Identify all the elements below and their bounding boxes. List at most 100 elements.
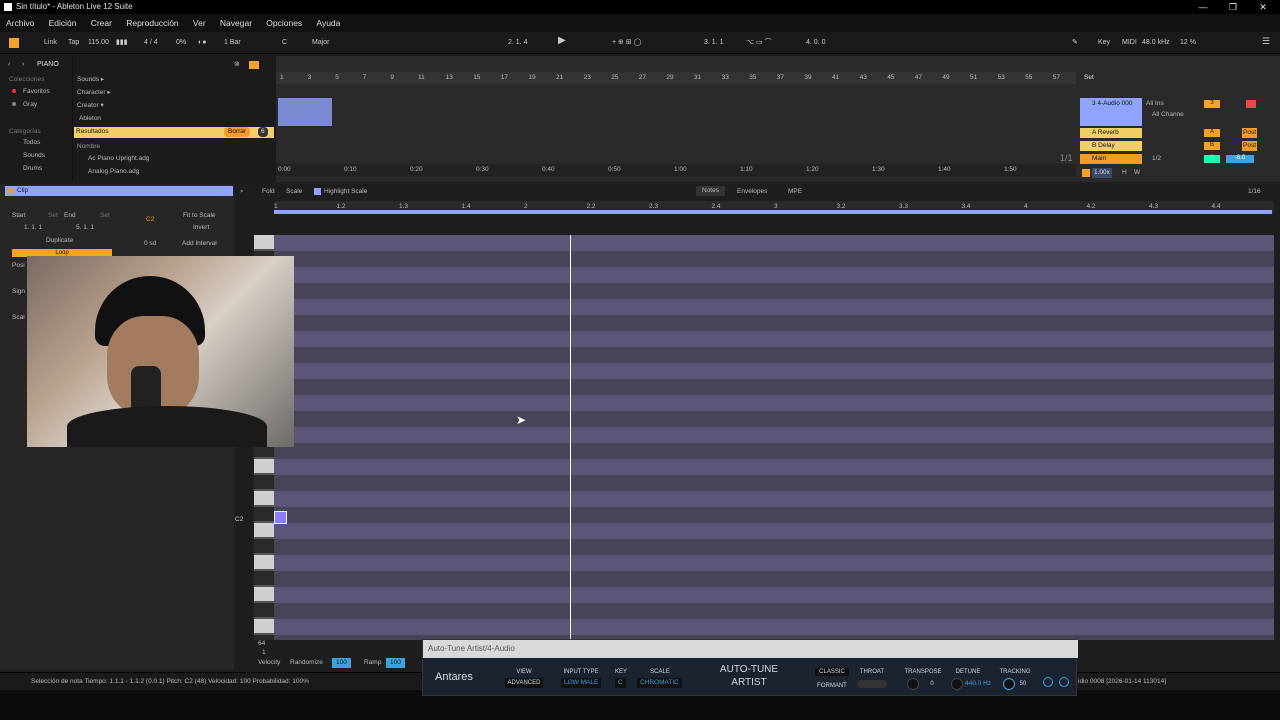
search-icon[interactable]: ⌕ <box>240 187 244 197</box>
tab-mpe[interactable]: MPE <box>788 187 802 197</box>
tempo-field[interactable]: 115.00 <box>88 38 109 48</box>
clear-results-button[interactable]: Borrar <box>224 127 251 137</box>
detune-knob[interactable] <box>951 678 963 690</box>
fit-to-scale-button[interactable]: Fit to Scale <box>183 211 216 221</box>
return-b-button[interactable]: B <box>1204 142 1220 150</box>
post-button[interactable]: Post <box>1242 128 1258 138</box>
collection-favoritos[interactable]: Favoritos <box>23 87 50 97</box>
filter-sounds[interactable]: Sounds ▸ <box>77 75 104 85</box>
minimize-button[interactable]: — <box>1188 0 1218 14</box>
ramp-label[interactable]: Ramp <box>364 658 381 668</box>
end-value[interactable]: 5. 1. 1 <box>76 223 94 233</box>
track-header-audio[interactable]: 3 4-Audio 000 <box>1080 98 1142 126</box>
menu-ver[interactable]: Ver <box>193 18 206 28</box>
settings-icon[interactable] <box>1043 677 1053 687</box>
randomize-label[interactable]: Randomize <box>290 658 323 668</box>
quantize-menu[interactable]: 1 Bar <box>224 38 241 48</box>
forward-icon[interactable]: › <box>22 60 24 70</box>
scale-select[interactable]: Major <box>312 38 330 48</box>
arrangement-position[interactable]: 2. 1. 4 <box>508 38 527 48</box>
view-value[interactable]: ADVANCED <box>505 678 543 688</box>
filter-creator[interactable]: Creator ▾ <box>77 101 104 111</box>
draw-mode-icon[interactable]: ✎ <box>1072 38 1078 48</box>
filter-ableton[interactable]: Ableton <box>79 114 101 124</box>
set-button[interactable]: Set <box>1084 73 1094 83</box>
ramp-value[interactable]: 100 <box>386 658 405 668</box>
loop-length-field[interactable]: 4. 0. 0 <box>806 38 825 48</box>
midi-map-label[interactable]: MIDI <box>1122 38 1137 48</box>
mode-w-button[interactable]: W <box>1134 168 1140 178</box>
fold-button[interactable]: Fold <box>262 187 275 197</box>
back-icon[interactable]: ‹ <box>8 60 10 70</box>
scale-value[interactable]: CHROMATIC <box>637 678 682 688</box>
collection-gray[interactable]: Gray <box>23 100 37 110</box>
arm-button[interactable] <box>1246 100 1256 108</box>
duplicate-button[interactable]: Duplicate <box>46 236 73 246</box>
key-select[interactable]: C <box>282 38 287 48</box>
key-map-label[interactable]: Key <box>1098 38 1110 48</box>
track-header-main[interactable]: Main <box>1080 154 1142 164</box>
metronome-bars-icon[interactable]: ▮▮▮ <box>116 38 128 48</box>
bar-ruler[interactable]: 1 3 5 7 9 11 13 15 17 19 21 23 25 27 29 31 33 35 37 39 41 43 4… <box>276 72 1076 84</box>
note-grid[interactable]: ➤ <box>274 235 1274 640</box>
browser-item[interactable]: Analog Piano.adg <box>88 167 139 177</box>
menu-reproduccion[interactable]: Reproducción <box>126 18 178 28</box>
browser-toggle-icon[interactable] <box>9 38 19 48</box>
tracking-knob[interactable] <box>1003 678 1015 690</box>
start-value[interactable]: 1. 1. 1 <box>24 223 42 233</box>
classic-button[interactable]: CLASSIC <box>815 668 849 676</box>
input-channel-select[interactable]: All Channe <box>1152 110 1184 120</box>
post-button[interactable]: Post <box>1242 141 1258 151</box>
category-drums[interactable]: Drums <box>23 164 42 174</box>
tap-button[interactable]: Tap <box>68 38 79 48</box>
track-number-button[interactable]: 3 <box>1204 100 1220 108</box>
transpose-knob[interactable] <box>907 678 919 690</box>
main-volume[interactable]: -6.0 <box>1226 155 1254 163</box>
loop-start-field[interactable]: 3. 1. 1 <box>704 38 723 48</box>
midi-note[interactable] <box>274 511 287 524</box>
tab-envelopes[interactable]: Envelopes <box>737 187 767 197</box>
randomize-value[interactable]: 100 <box>332 658 351 668</box>
semitones-field[interactable]: 0 sd <box>144 239 156 249</box>
menu-archivo[interactable]: Archivo <box>6 18 34 28</box>
input-type-value[interactable]: LOW MALE <box>561 678 602 688</box>
category-sounds[interactable]: Sounds <box>23 151 45 161</box>
browser-item[interactable]: Ac Piano Upright.adg <box>88 154 149 164</box>
filter-icon[interactable] <box>249 61 259 69</box>
close-button[interactable]: ✕ <box>1248 0 1278 14</box>
menu-opciones[interactable]: Opciones <box>266 18 302 28</box>
highlight-scale-checkbox[interactable] <box>314 188 321 195</box>
loop-brace[interactable] <box>274 210 1272 214</box>
track-header-delay[interactable]: B Delay <box>1080 141 1142 151</box>
audio-clip[interactable] <box>278 98 332 126</box>
hamburger-icon[interactable]: ☰ <box>1262 36 1270 46</box>
filter-character[interactable]: Character ▸ <box>77 88 111 98</box>
time-ruler[interactable]: 0:00 0:10 0:20 0:30 0:40 0:50 1:00 1:10 1:20 1:30… <box>276 164 1076 176</box>
clear-search-icon[interactable]: ⊗ <box>234 60 240 70</box>
menu-navegar[interactable]: Navegar <box>220 18 252 28</box>
scale-button[interactable]: Scale <box>286 187 302 197</box>
tab-notes[interactable]: Notes <box>696 186 725 196</box>
menu-crear[interactable]: Crear <box>91 18 112 28</box>
help-icon[interactable] <box>1059 677 1069 687</box>
zoom-value[interactable]: 1.00x <box>1092 168 1112 178</box>
formant-button[interactable]: FORMANT <box>815 682 849 690</box>
add-interval-button[interactable]: Add Interval <box>182 239 217 249</box>
track-header-reverb[interactable]: A Reverb <box>1080 128 1142 138</box>
set-end-button[interactable]: Set <box>100 211 110 221</box>
plugin-title-bar[interactable]: Auto-Tune Artist/4-Audio <box>423 640 1078 658</box>
name-column-header[interactable]: Nombre <box>77 142 100 152</box>
menu-ayuda[interactable]: Ayuda <box>316 18 340 28</box>
return-a-button[interactable]: A <box>1204 129 1220 137</box>
metronome-icon[interactable]: ◐● <box>198 38 206 48</box>
invert-button[interactable]: Invert <box>193 223 209 233</box>
play-icon[interactable]: ▶ <box>558 36 566 46</box>
time-signature-field[interactable]: 4 / 4 <box>144 38 158 48</box>
main-number[interactable]: 0 <box>1204 155 1220 163</box>
category-todos[interactable]: Todos <box>23 138 40 148</box>
link-button[interactable]: Link <box>44 38 57 48</box>
search-query[interactable]: PIANO <box>37 60 59 70</box>
key-value[interactable]: C <box>615 678 626 688</box>
grid-resolution[interactable]: 1/16 <box>1248 187 1261 197</box>
set-start-button[interactable]: Set <box>48 211 58 221</box>
